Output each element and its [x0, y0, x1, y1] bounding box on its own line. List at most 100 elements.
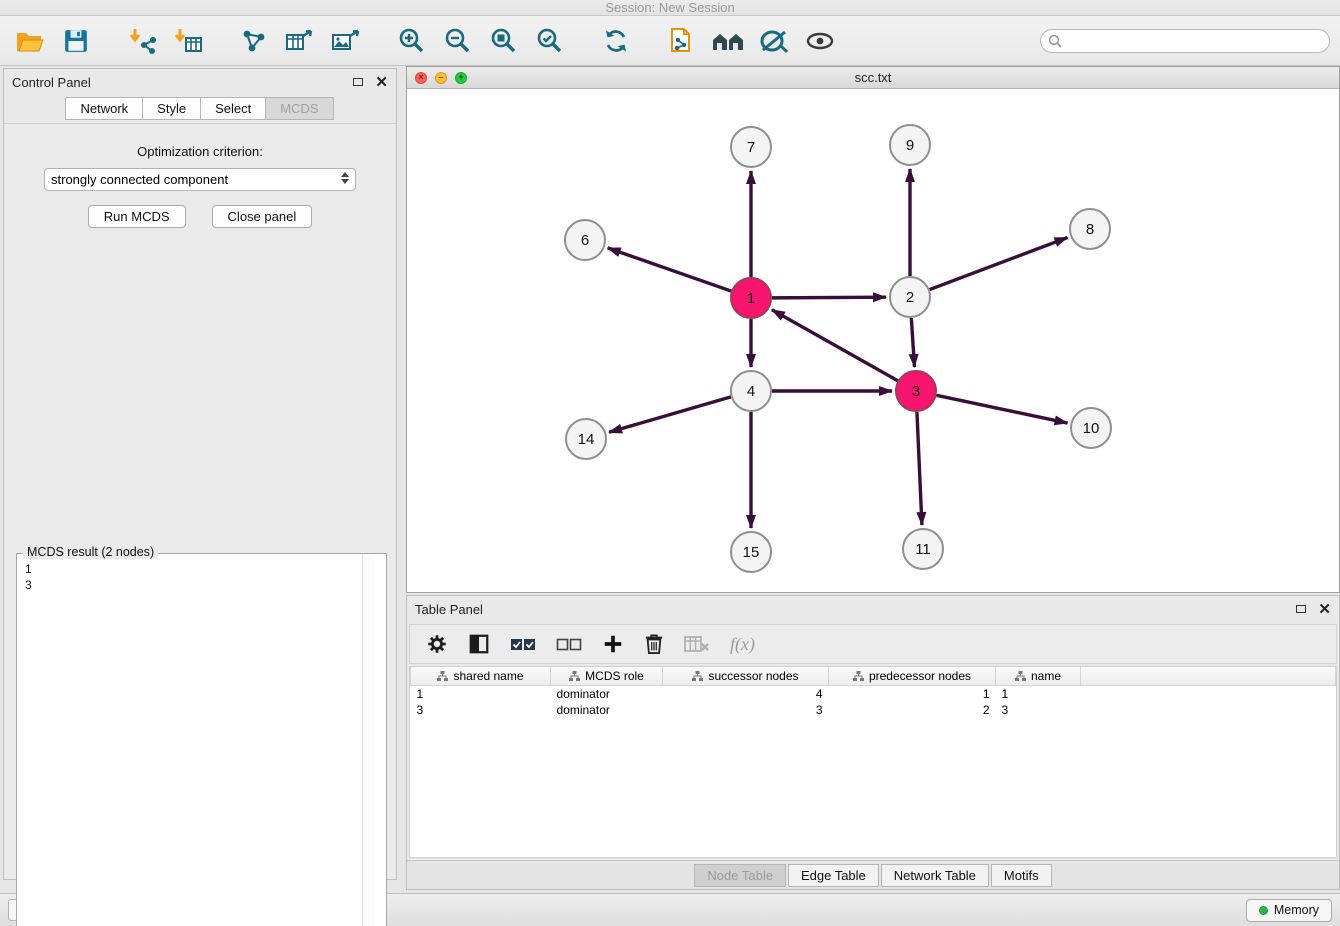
graph-edge-4-14[interactable] [609, 397, 731, 432]
export-table-button[interactable] [280, 21, 320, 61]
table-cell[interactable]: 3 [996, 702, 1081, 718]
result-line: 3 [25, 577, 378, 593]
column-header-shared-name[interactable]: shared name [411, 667, 551, 686]
graph-node-label: 7 [747, 139, 755, 156]
save-session-button[interactable] [56, 21, 96, 61]
table-settings-button[interactable] [426, 633, 448, 655]
graph-edge-3-10[interactable] [937, 395, 1068, 423]
zoom-selected-icon [536, 27, 564, 55]
run-mcds-button[interactable]: Run MCDS [88, 205, 186, 228]
table-cell[interactable]: 3 [411, 702, 551, 718]
graph-edge-2-8[interactable] [930, 237, 1068, 289]
show-hide-button[interactable] [800, 21, 840, 61]
new-network-button[interactable] [234, 21, 274, 61]
graph-node-2[interactable]: 2 [890, 277, 930, 317]
close-panel-icon[interactable]: ✕ [375, 75, 388, 90]
table-cell[interactable]: 4 [663, 686, 829, 703]
deselect-all-button[interactable] [556, 636, 582, 652]
table-cell-filler [1081, 702, 1336, 718]
tab-style[interactable]: Style [142, 97, 201, 120]
tab-network-table[interactable]: Network Table [881, 864, 989, 887]
tab-motifs[interactable]: Motifs [991, 864, 1052, 887]
function-builder-button[interactable]: f(x) [730, 634, 755, 655]
table-cell[interactable]: 1 [411, 686, 551, 703]
control-panel: Control Panel ✕ NetworkStyleSelectMCDS O… [3, 68, 397, 880]
tab-network[interactable]: Network [65, 97, 143, 120]
graph-node-label: 4 [747, 383, 755, 400]
table-cell[interactable]: 2 [829, 702, 996, 718]
search-input[interactable] [1040, 29, 1330, 53]
float-panel-icon[interactable] [353, 78, 363, 86]
table-cell[interactable]: 3 [663, 702, 829, 718]
delete-column-button[interactable] [644, 633, 664, 655]
column-header-MCDS-role[interactable]: MCDS role [551, 667, 663, 686]
add-column-button[interactable] [602, 633, 624, 655]
graph-edge-3-11[interactable] [917, 412, 922, 525]
select-all-button[interactable] [510, 636, 536, 652]
clone-network-icon [668, 27, 696, 55]
graph-node-4[interactable]: 4 [731, 371, 771, 411]
tab-select[interactable]: Select [200, 97, 266, 120]
graph-edge-3-1[interactable] [772, 310, 898, 381]
graph-node-8[interactable]: 8 [1070, 209, 1110, 249]
graph-node-9[interactable]: 9 [890, 125, 930, 165]
table-cell[interactable]: 1 [996, 686, 1081, 703]
graph-edge-1-6[interactable] [608, 248, 732, 291]
column-header-filler [1081, 667, 1336, 686]
graph-node-6[interactable]: 6 [565, 220, 605, 260]
zoom-out-button[interactable] [438, 21, 478, 61]
control-panel-title: Control Panel [12, 75, 91, 90]
graph-node-15[interactable]: 15 [731, 532, 771, 572]
table-cell-filler [1081, 686, 1336, 703]
refresh-button[interactable] [596, 21, 636, 61]
clone-network-button[interactable] [662, 21, 702, 61]
graph-node-11[interactable]: 11 [903, 529, 943, 569]
column-header-successor-nodes[interactable]: successor nodes [663, 667, 829, 686]
table-panel: Table Panel ✕ [406, 595, 1340, 890]
table-row[interactable]: 3dominator323 [411, 702, 1336, 718]
result-scrollbar[interactable] [362, 554, 374, 926]
save-icon [63, 28, 89, 54]
delete-table-button[interactable] [684, 635, 710, 653]
graph-node-14[interactable]: 14 [566, 419, 606, 459]
paint-mapping-button[interactable] [754, 21, 794, 61]
graph-node-7[interactable]: 7 [731, 127, 771, 167]
zoom-selected-button[interactable] [530, 21, 570, 61]
zoom-out-icon [444, 27, 472, 55]
graph-edge-1-2[interactable] [772, 297, 886, 298]
tab-node-table[interactable]: Node Table [694, 864, 786, 887]
graph-node-label: 14 [578, 431, 595, 448]
close-table-panel-icon[interactable]: ✕ [1318, 602, 1331, 617]
graph-node-3[interactable]: 3 [896, 371, 936, 411]
graph-node-1[interactable]: 1 [731, 278, 771, 318]
import-table-button[interactable] [168, 21, 208, 61]
zoom-in-button[interactable] [392, 21, 432, 61]
graph-node-label: 10 [1083, 420, 1100, 437]
first-neighbors-button[interactable] [708, 21, 748, 61]
memory-button[interactable]: Memory [1246, 899, 1332, 922]
column-header-name[interactable]: name [996, 667, 1081, 686]
tab-edge-table[interactable]: Edge Table [788, 864, 879, 887]
table-row[interactable]: 1dominator411 [411, 686, 1336, 703]
open-session-button[interactable] [10, 21, 50, 61]
close-panel-button[interactable]: Close panel [212, 205, 313, 228]
graph-node-10[interactable]: 10 [1071, 408, 1111, 448]
table-toolbar: f(x) [409, 624, 1337, 664]
graph-node-label: 11 [915, 541, 931, 558]
table-cell[interactable]: dominator [551, 686, 663, 703]
table-cell[interactable]: 1 [829, 686, 996, 703]
network-canvas[interactable]: 7 9 6 8 1 2 4 3 14 10 15 11 [407, 89, 1339, 592]
float-table-panel-icon[interactable] [1296, 605, 1306, 613]
graph-node-label: 2 [906, 289, 914, 306]
graph-node-label: 8 [1086, 221, 1094, 238]
import-network-button[interactable] [122, 21, 162, 61]
export-image-button[interactable] [326, 21, 366, 61]
tab-mcds[interactable]: MCDS [265, 97, 333, 120]
table-panel-title: Table Panel [415, 602, 483, 617]
zoom-fit-button[interactable] [484, 21, 524, 61]
column-visibility-button[interactable] [468, 633, 490, 655]
column-header-predecessor-nodes[interactable]: predecessor nodes [829, 667, 996, 686]
optimization-criterion-select[interactable]: strongly connected component [44, 168, 356, 191]
table-cell[interactable]: dominator [551, 702, 663, 718]
graph-edge-2-3[interactable] [911, 318, 914, 367]
